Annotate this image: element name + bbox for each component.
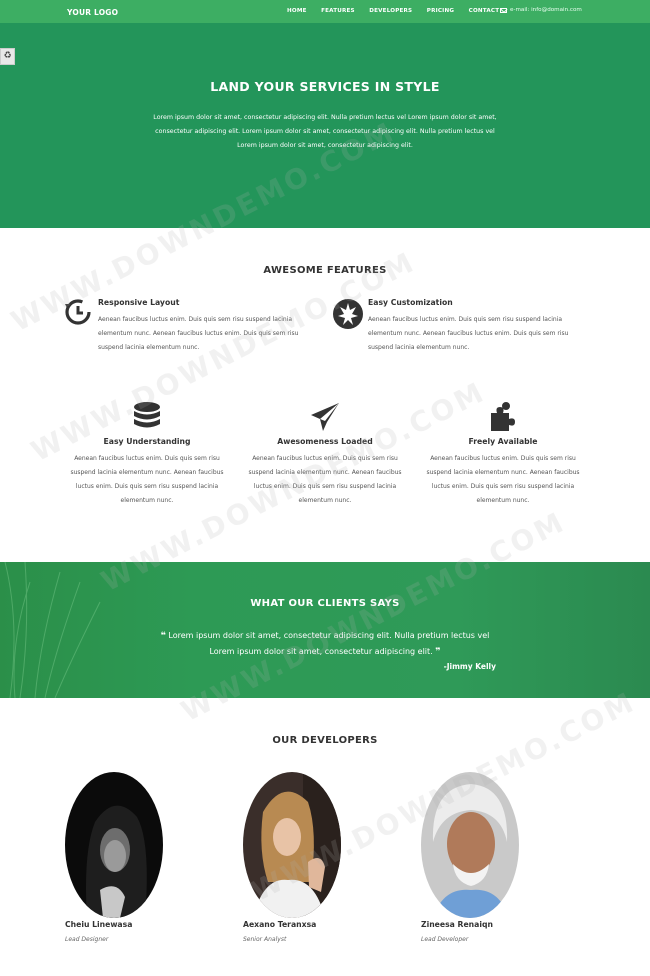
feature-text: Aenean faucibus luctus enim. Duis quis s… xyxy=(248,455,402,504)
logo[interactable]: YOUR LOGO xyxy=(67,8,118,17)
nav-item-developers[interactable]: DEVELOPERS xyxy=(369,8,412,14)
developers-title: OUR DEVELOPERS xyxy=(272,735,378,746)
developer-photo xyxy=(421,772,519,918)
rebel-icon xyxy=(333,299,363,329)
feature-easy-understanding: Easy Understanding Aenean faucibus luctu… xyxy=(67,401,227,508)
developer-role: Senior Analyst xyxy=(243,936,287,943)
developer-name: Aexano Teranxsa xyxy=(243,920,317,929)
quote-left-icon: ❝ xyxy=(160,631,166,641)
feature-title: Responsive Layout xyxy=(98,298,180,307)
nav-item-pricing[interactable]: PRICING xyxy=(427,8,454,14)
testimonial-author: -Jimmy Kelly xyxy=(443,662,496,671)
testimonial-quote: ❝ Lorem ipsum dolor sit amet, consectetu… xyxy=(150,628,500,660)
hero-section: LAND YOUR SERVICES IN STYLE Lorem ipsum … xyxy=(0,23,650,228)
database-icon xyxy=(134,402,160,428)
features-title: AWESOME FEATURES xyxy=(263,265,387,276)
developer-card: Aexano Teranxsa Senior Analyst xyxy=(243,772,341,943)
testimonial-section: WHAT OUR CLIENTS SAYS ❝ Lorem ipsum dolo… xyxy=(0,562,650,698)
developer-role: Lead Designer xyxy=(65,936,109,943)
top-nav: YOUR LOGO HOME FEATURES DEVELOPERS PRICI… xyxy=(0,0,650,23)
nav-item-home[interactable]: HOME xyxy=(287,8,307,14)
hero-title: LAND YOUR SERVICES IN STYLE xyxy=(210,79,440,94)
developer-card: Zineesa Renaiqn Lead Developer xyxy=(421,772,519,943)
nav-item-contact[interactable]: CONTACT xyxy=(469,8,500,14)
nav-item-features[interactable]: FEATURES xyxy=(321,8,355,14)
contact-email[interactable]: e-mail: info@domain.com xyxy=(500,7,582,13)
feature-title: Freely Available xyxy=(468,437,538,446)
developer-name: Cheiu Linewasa xyxy=(65,920,133,929)
quote-right-icon: ❞ xyxy=(435,647,441,657)
developer-card: Cheiu Linewasa Lead Designer xyxy=(65,772,163,943)
grass-decoration xyxy=(4,562,101,698)
developer-photo xyxy=(65,772,163,918)
feature-text: Aenean faucibus luctus enim. Duis quis s… xyxy=(98,316,299,351)
email-text: e-mail: info@domain.com xyxy=(510,7,582,13)
developer-photo xyxy=(243,772,341,918)
feature-title: Easy Understanding xyxy=(103,437,191,446)
feature-text: Aenean faucibus luctus enim. Duis quis s… xyxy=(70,455,224,504)
settings-toggle-button[interactable]: ♻ xyxy=(0,48,15,65)
recycle-icon: ♻ xyxy=(3,51,12,61)
hero-text: Lorem ipsum dolor sit amet, consectetur … xyxy=(153,114,497,149)
testimonial-title: WHAT OUR CLIENTS SAYS xyxy=(250,598,400,609)
feature-text: Aenean faucibus luctus enim. Duis quis s… xyxy=(368,316,569,351)
feature-title: Easy Customization xyxy=(368,298,453,307)
nav-menu: HOME FEATURES DEVELOPERS PRICING CONTACT xyxy=(287,8,514,14)
feature-title: Awesomeness Loaded xyxy=(277,437,373,446)
developer-role: Lead Developer xyxy=(421,936,469,943)
puzzle-icon xyxy=(491,402,515,431)
history-icon xyxy=(65,299,91,325)
feature-awesomeness-loaded: Awesomeness Loaded Aenean faucibus luctu… xyxy=(245,401,405,508)
feature-text: Aenean faucibus luctus enim. Duis quis s… xyxy=(426,455,580,504)
feature-freely-available: Freely Available Aenean faucibus luctus … xyxy=(423,401,583,508)
feature-responsive-layout: Responsive Layout Aenean faucibus luctus… xyxy=(64,298,310,355)
paper-plane-icon xyxy=(311,403,339,431)
feature-easy-customization: Easy Customization Aenean faucibus luctu… xyxy=(332,298,580,355)
quote-text: Lorem ipsum dolor sit amet, consectetur … xyxy=(168,631,490,656)
envelope-icon xyxy=(500,7,507,13)
developer-name: Zineesa Renaiqn xyxy=(421,920,493,929)
